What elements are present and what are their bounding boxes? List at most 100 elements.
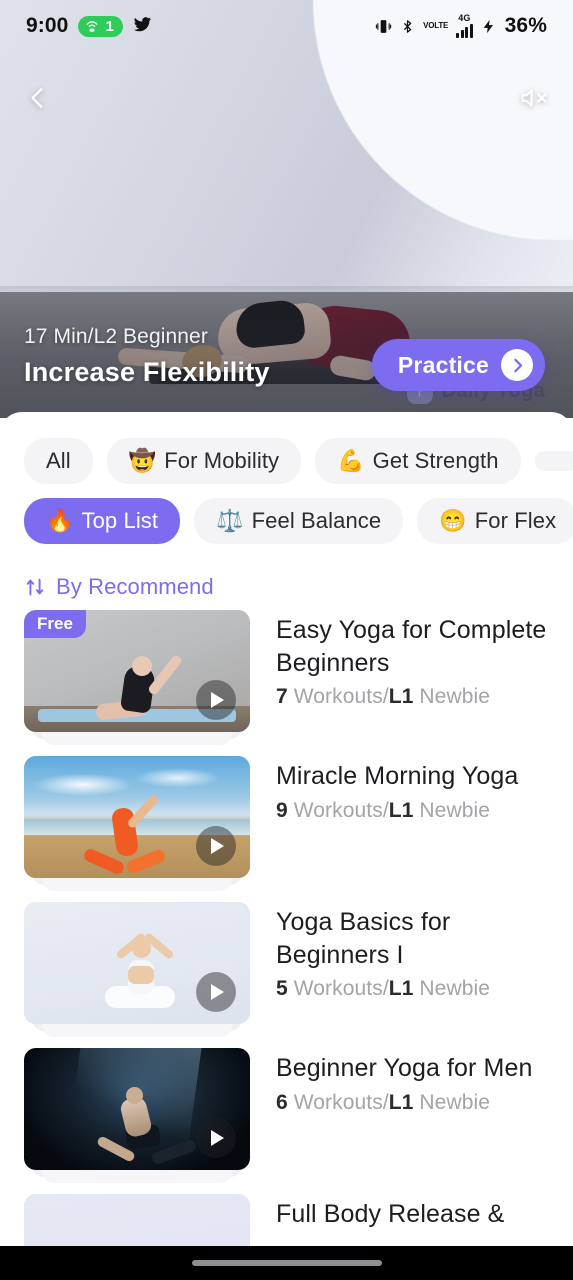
course-thumbnail-stack: [24, 902, 250, 1037]
chevron-right-icon: [501, 349, 533, 381]
chip-label: For Flex: [474, 508, 557, 533]
wifi-hotspot-icon: 1: [78, 15, 123, 37]
list-item[interactable]: Miracle Morning Yoga 9 Workouts/L1 Newbie: [24, 756, 549, 891]
course-title: Beginner Yoga for Men: [276, 1054, 533, 1082]
course-thumbnail-stack: Free: [24, 610, 250, 745]
status-time: 9:00: [26, 14, 69, 37]
sort-label: By Recommend: [56, 574, 214, 599]
workout-count: 5: [276, 977, 288, 1000]
course-text: Yoga Basics for Beginners I 5 Workouts/L1…: [276, 902, 549, 1001]
play-triangle: [211, 984, 224, 1000]
volte-icon: VO LTE: [423, 22, 448, 30]
filter-chip-get-strength[interactable]: 💪 Get Strength: [315, 438, 521, 484]
level-code: L1: [388, 1090, 414, 1114]
sort-arrows-icon: [24, 576, 46, 598]
network-label: 4G: [458, 13, 471, 23]
course-thumbnail[interactable]: [24, 902, 250, 1024]
filter-chip-more-3[interactable]: [534, 451, 573, 471]
course-list: Free Easy Yoga for Complete Beginners 7 Wo…: [0, 610, 573, 1280]
chip-label: Feel Balance: [251, 508, 382, 533]
list-item[interactable]: Beginner Yoga for Men 6 Workouts/L1 Newbi…: [24, 1048, 549, 1183]
workout-unit: Workouts: [287, 685, 383, 708]
course-thumbnail[interactable]: [24, 756, 250, 878]
level-code: L1: [388, 977, 414, 1000]
content-sheet: All 🤠 For Mobility 💪 Get Strength 🔥 Top List ⚖…: [0, 412, 573, 1280]
workout-unit: Workouts: [287, 1090, 383, 1114]
play-icon[interactable]: [196, 972, 236, 1012]
status-bar: 9:00 1 VO LTE 4G 36%: [0, 0, 573, 52]
workout-unit: Workouts: [287, 977, 383, 1000]
chip-label: For Mobility: [164, 448, 280, 473]
play-icon[interactable]: [196, 1118, 236, 1158]
filter-chip-all[interactable]: All: [24, 438, 93, 484]
course-text: Easy Yoga for Complete Beginners 7 Workou…: [276, 610, 549, 709]
home-indicator[interactable]: [191, 1260, 382, 1266]
chip-emoji-icon: ⚖️: [216, 508, 244, 533]
signal-bars-icon: 4G: [456, 14, 473, 38]
twitter-bird-icon: [133, 15, 152, 37]
course-thumbnail[interactable]: [24, 1048, 250, 1170]
play-triangle: [211, 1130, 224, 1146]
filter-chips: All 🤠 For Mobility 💪 Get Strength 🔥 Top List ⚖…: [0, 412, 573, 562]
course-thumbnail-stack: [24, 756, 250, 891]
chip-label: All: [46, 448, 71, 473]
play-triangle: [211, 692, 224, 708]
hero-video-banner[interactable]: 9:00 1 VO LTE 4G 36% 17 Min/L2 Beginner …: [0, 0, 573, 418]
list-item[interactable]: Free Easy Yoga for Complete Beginners 7 Wo…: [24, 610, 549, 745]
filter-chip-row-1[interactable]: All 🤠 For Mobility 💪 Get Strength: [0, 438, 573, 484]
signal-bars: [456, 24, 473, 38]
filter-chip-for-mobility[interactable]: 🤠 For Mobility: [106, 438, 302, 484]
level-code: L1: [388, 685, 414, 708]
workout-unit: Workouts: [287, 798, 383, 822]
volte-line-2: LTE: [434, 21, 449, 30]
course-text: Beginner Yoga for Men 6 Workouts/L1 Newbi…: [276, 1048, 549, 1115]
practice-button-label: Practice: [397, 351, 489, 378]
speaker-muted-icon: [521, 89, 547, 107]
filter-chip-top-list[interactable]: 🔥 Top List: [24, 498, 181, 544]
chip-label: Get Strength: [372, 448, 499, 473]
battery-percent: 36%: [504, 14, 547, 37]
level-name: Newbie: [413, 1090, 491, 1114]
chip-emoji-icon: 🔥: [46, 508, 74, 533]
course-title: Miracle Morning Yoga: [276, 762, 519, 790]
chip-emoji-icon: 💪: [337, 448, 365, 473]
play-triangle: [211, 838, 224, 854]
course-meta: 6 Workouts/L1 Newbie: [276, 1091, 549, 1115]
filter-chip-for-flex[interactable]: 😁 For Flex: [417, 498, 573, 544]
course-title: Yoga Basics for Beginners I: [276, 908, 451, 969]
chip-label: Top List: [81, 508, 159, 533]
course-thumbnail-stack: [24, 1048, 250, 1183]
practice-button[interactable]: Practice: [371, 339, 545, 391]
chip-emoji-icon: 😁: [439, 508, 467, 533]
bluetooth-icon: [400, 18, 415, 35]
course-meta: 5 Workouts/L1 Newbie: [276, 977, 549, 1001]
filter-chip-row-2[interactable]: 🔥 Top List ⚖️ Feel Balance 😁 For Flex: [0, 498, 573, 544]
list-item[interactable]: Yoga Basics for Beginners I 5 Workouts/L1…: [24, 902, 549, 1037]
course-thumbnail[interactable]: Free: [24, 610, 250, 732]
hero-meta: 17 Min/L2 Beginner: [24, 325, 208, 348]
level-name: Newbie: [413, 685, 491, 708]
level-name: Newbie: [413, 977, 491, 1000]
volte-line-1: VO: [423, 21, 435, 30]
play-icon[interactable]: [196, 826, 236, 866]
chip-emoji-icon: 🤠: [128, 448, 157, 473]
page-title: Increase Flexibility: [24, 357, 270, 387]
hotspot-count: 1: [105, 17, 114, 35]
level-code: L1: [388, 798, 414, 822]
charging-bolt-icon: [481, 17, 497, 36]
free-badge: Free: [24, 610, 86, 638]
course-meta: 9 Workouts/L1 Newbie: [276, 799, 549, 823]
back-button[interactable]: [16, 76, 60, 120]
workout-count: 6: [276, 1090, 288, 1114]
level-name: Newbie: [413, 798, 491, 822]
sort-button[interactable]: By Recommend: [0, 562, 573, 610]
play-icon[interactable]: [196, 680, 236, 720]
course-title: Easy Yoga for Complete Beginners: [276, 616, 547, 677]
course-text: Full Body Release &: [276, 1194, 549, 1231]
system-navigation-bar: [0, 1246, 573, 1280]
workout-count: 9: [276, 798, 288, 822]
chevron-left-icon: [31, 88, 43, 108]
mute-button[interactable]: [513, 76, 557, 120]
filter-chip-feel-balance[interactable]: ⚖️ Feel Balance: [194, 498, 404, 544]
workout-count: 7: [276, 685, 288, 708]
